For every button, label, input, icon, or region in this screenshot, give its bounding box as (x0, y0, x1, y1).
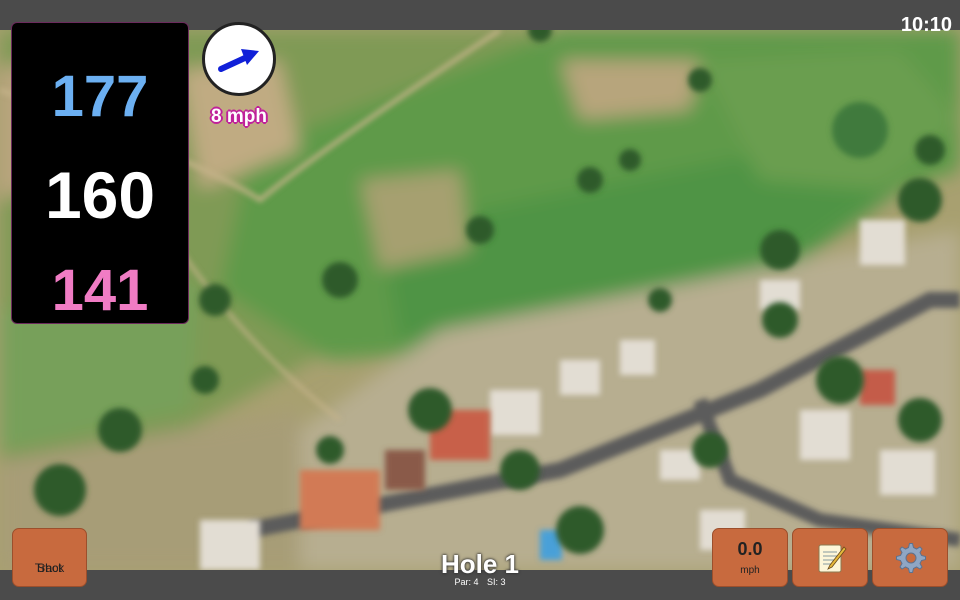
golf-gps-screen: 10:10 177 160 141 8 mph Track Shot Hole … (0, 0, 960, 600)
speed-value: 0.0 (737, 539, 763, 559)
speed-unit: mph (740, 565, 760, 576)
notepad-icon (818, 544, 847, 573)
hole-stroke-index: SI: 3 (487, 577, 506, 587)
notes-button[interactable] (792, 528, 868, 587)
settings-button[interactable] (872, 528, 948, 587)
track-shot-label: Track Shot (34, 561, 65, 575)
wind-speed: 8 mph (211, 106, 267, 127)
front-distance: 141 (51, 258, 149, 323)
speed-button[interactable]: 0.0 mph (712, 528, 788, 587)
wind-indicator (202, 22, 276, 96)
gear-icon (896, 543, 926, 573)
hole-par: Par: 4 (454, 577, 479, 587)
track-shot-button[interactable]: Track Shot (12, 528, 87, 587)
distance-panel: 177 160 141 (11, 22, 189, 324)
arrow-icon (218, 49, 259, 72)
middle-distance: 160 (44, 158, 156, 232)
status-clock: 10:10 (900, 14, 952, 36)
back-distance: 177 (51, 64, 149, 129)
hole-info: Par: 4 SI: 3 (380, 577, 580, 587)
hole-title: Hole 1 (440, 549, 520, 579)
